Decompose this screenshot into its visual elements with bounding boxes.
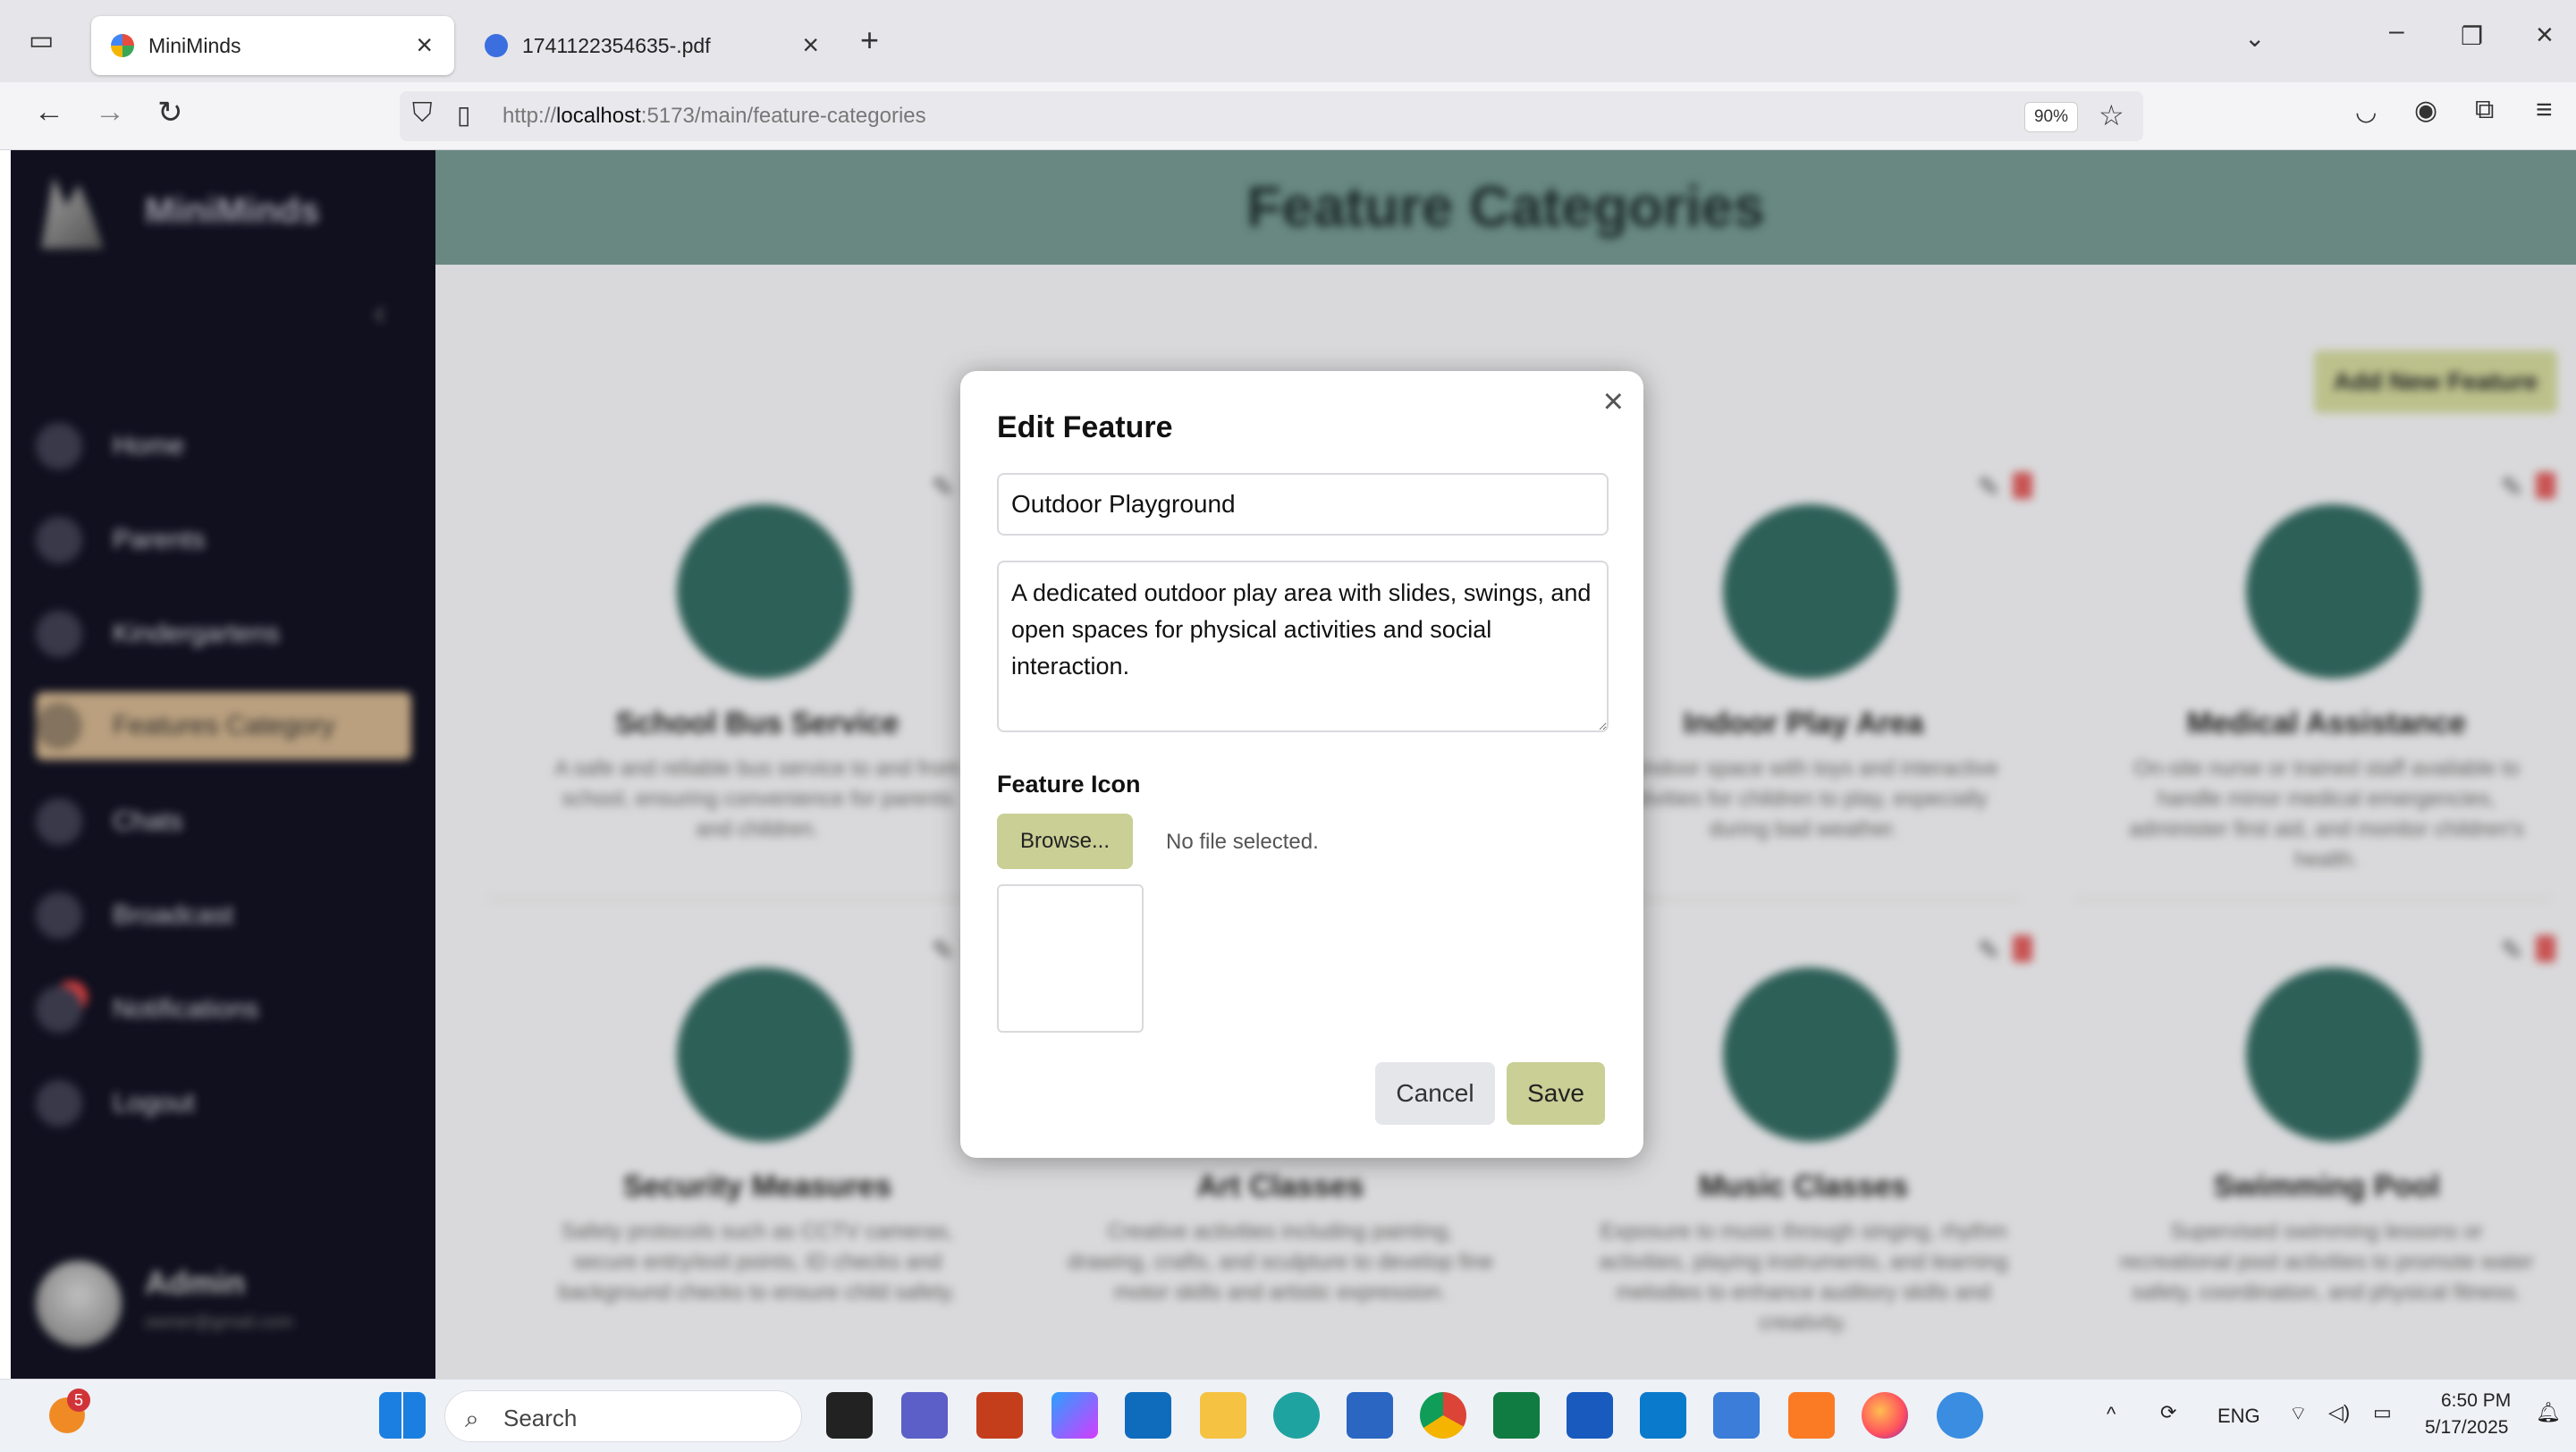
modal-title: Edit Feature (997, 410, 1173, 444)
edit-feature-modal: Edit Feature × A dedicated outdoor play … (960, 371, 1643, 1158)
clock-date[interactable]: 5/17/2025 (2425, 1417, 2508, 1439)
forward-icon[interactable]: → (95, 95, 125, 130)
restore-icon[interactable]: ❐ (2461, 21, 2483, 51)
taskbar-search[interactable]: ⌕ Search (444, 1390, 802, 1442)
reload-icon[interactable]: ↻ (157, 95, 183, 131)
tab-title: 1741122354635-.pdf (522, 33, 711, 57)
search-label: Search (503, 1405, 578, 1431)
powerpoint-icon[interactable] (976, 1392, 1023, 1439)
xampp-icon[interactable] (1788, 1392, 1835, 1439)
menu-icon[interactable]: ≡ (2536, 93, 2553, 126)
tab-miniminds[interactable]: MiniMinds × (91, 16, 454, 75)
feature-name-input[interactable] (997, 473, 1609, 536)
excel-icon[interactable] (1493, 1392, 1540, 1439)
address-bar[interactable]: ⛉ ▯ http://localhost:5173/main/feature-c… (400, 91, 2143, 141)
volume-icon[interactable]: ◁) (2328, 1401, 2350, 1424)
shield-icon[interactable]: ⛉ (412, 98, 433, 129)
url-path: :5173/main/feature-categories (640, 104, 926, 128)
task-view-icon[interactable] (826, 1392, 873, 1439)
tab-title: MiniMinds (148, 33, 241, 57)
zoom-level[interactable]: 90% (2024, 102, 2078, 132)
pocket-icon[interactable]: ◡ (2355, 97, 2377, 126)
file-status-text: No file selected. (1166, 830, 1319, 854)
edge-icon[interactable] (1273, 1392, 1320, 1439)
cancel-button[interactable]: Cancel (1375, 1062, 1495, 1125)
url-host: localhost (556, 104, 641, 128)
pdf-favicon (485, 34, 508, 57)
wifi-icon[interactable]: ⌔ (2289, 1401, 2308, 1426)
tab-pdf[interactable]: 1741122354635-.pdf × (465, 16, 840, 75)
bookmark-star-icon[interactable]: ☆ (2099, 98, 2124, 132)
tab-bar: ▭ MiniMinds × 1741122354635-.pdf × + ⌄ –… (0, 0, 2576, 82)
browse-file-button[interactable]: Browse... (997, 814, 1133, 869)
app: MiniMinds ‹ Home Parents Kindergartens F… (11, 150, 2576, 1379)
word-icon[interactable] (1567, 1392, 1613, 1439)
taskbar: 5 ⌕ Search ^ ⟳ ENG ⌔ ◁) ▭ 6:50 PM 5/17/2… (0, 1379, 2576, 1452)
url-prefix: http:// (503, 104, 557, 128)
language-indicator[interactable]: ENG (2217, 1405, 2260, 1428)
close-modal-button[interactable]: × (1603, 382, 1624, 422)
sync-icon[interactable]: ⟳ (2160, 1401, 2176, 1424)
battery-icon[interactable]: ▭ (2373, 1401, 2392, 1424)
store-icon[interactable] (1347, 1392, 1393, 1439)
page-icon: ▯ (457, 101, 471, 129)
icon-preview (997, 884, 1144, 1033)
app-icon[interactable] (1937, 1392, 1983, 1439)
new-tab-button[interactable]: + (860, 21, 879, 59)
nav-bar: ← → ↻ ⛉ ▯ http://localhost:5173/main/fea… (0, 82, 2576, 150)
clock-time[interactable]: 6:50 PM (2441, 1390, 2511, 1412)
close-tab-icon[interactable]: × (416, 29, 433, 62)
copilot-icon[interactable] (1052, 1392, 1098, 1439)
chrome-icon[interactable] (1420, 1392, 1466, 1439)
outlook-icon[interactable] (1125, 1392, 1171, 1439)
close-window-icon[interactable]: × (2536, 18, 2554, 53)
tab-list-icon[interactable]: ▭ (29, 25, 54, 56)
url-text[interactable]: http://localhost:5173/main/feature-categ… (503, 104, 926, 129)
teams-icon[interactable] (901, 1392, 948, 1439)
back-icon[interactable]: ← (34, 95, 64, 130)
notification-bell-icon[interactable]: 🔔︎ (2536, 1401, 2561, 1424)
feature-description-input[interactable]: A dedicated outdoor play area with slide… (997, 561, 1609, 732)
vscode-icon[interactable] (1640, 1392, 1686, 1439)
file-explorer-icon[interactable] (1200, 1392, 1246, 1439)
notification-badge: 5 (67, 1389, 90, 1412)
minimize-icon[interactable]: – (2389, 16, 2404, 46)
feature-icon-label: Feature Icon (997, 771, 1141, 798)
tab-overflow-chevron-icon[interactable]: ⌄ (2244, 23, 2265, 53)
search-icon: ⌕ (465, 1405, 479, 1432)
notepad-icon[interactable] (1713, 1392, 1760, 1439)
save-button[interactable]: Save (1507, 1062, 1605, 1125)
account-icon[interactable]: ◉ (2414, 95, 2437, 126)
miniminds-favicon (111, 34, 134, 57)
close-tab-icon[interactable]: × (802, 29, 819, 62)
firefox-icon[interactable] (1862, 1392, 1908, 1439)
windows-start-icon[interactable] (379, 1392, 426, 1439)
browser-chrome: ▭ MiniMinds × 1741122354635-.pdf × + ⌄ –… (0, 0, 2576, 150)
tray-chevron-icon[interactable]: ^ (2107, 1403, 2116, 1426)
extensions-icon[interactable]: ⧉ (2475, 95, 2494, 125)
